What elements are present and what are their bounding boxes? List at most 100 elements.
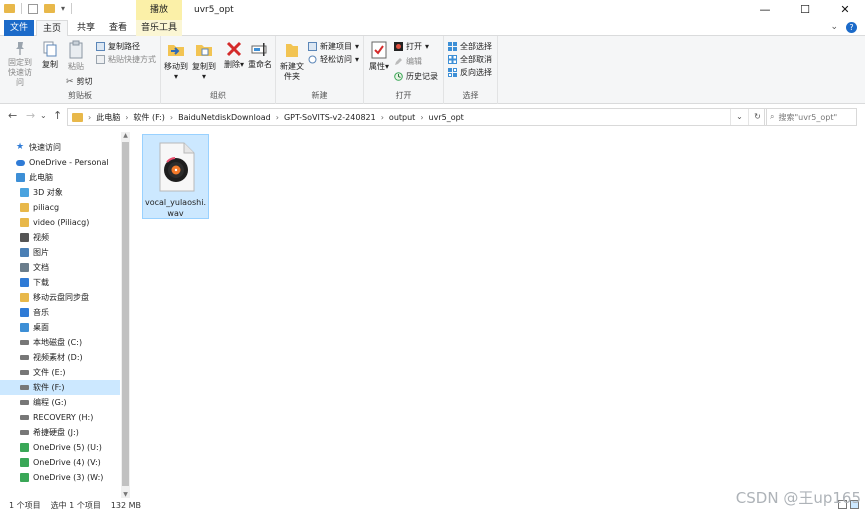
chevron-right-icon[interactable]: › — [381, 113, 384, 122]
paste-button[interactable]: 粘贴 — [64, 40, 88, 72]
cut-button[interactable]: ✂ 剪切 — [66, 76, 93, 87]
separator — [71, 3, 73, 14]
nav-item[interactable]: piliacg — [0, 200, 120, 215]
breadcrumb-item[interactable]: BaiduNetdiskDownload — [178, 113, 271, 122]
nav-item[interactable]: 编程 (G:) — [0, 395, 120, 410]
group-open: 属性▾ 打开 ▾ 编辑 历史记录 打开 — [364, 36, 444, 104]
chevron-down-icon[interactable]: ▾ — [61, 4, 65, 13]
copy-path-button[interactable]: 复制路径 — [96, 41, 140, 52]
chevron-right-icon[interactable]: › — [420, 113, 423, 122]
tab-view[interactable]: 查看 — [104, 20, 132, 36]
nav-item[interactable]: RECOVERY (H:) — [0, 410, 120, 425]
music-icon — [20, 308, 29, 317]
nav-item-label: 文档 — [33, 263, 49, 272]
drive-icon — [20, 385, 29, 390]
breadcrumb-item[interactable]: GPT-SoVITS-v2-240821 — [284, 113, 376, 122]
properties-quick-icon[interactable] — [28, 3, 38, 14]
group-label-select: 选择 — [462, 91, 479, 100]
back-arrow-icon[interactable]: ← — [8, 109, 17, 122]
open-button[interactable]: 打开 ▾ — [394, 41, 429, 52]
nav-item[interactable]: ★ 快速访问 — [0, 140, 120, 155]
minimize-button[interactable]: — — [745, 0, 785, 20]
copy-button[interactable]: 复制 — [38, 40, 62, 70]
search-input[interactable]: ⌕ 搜索"uvr5_opt" — [764, 108, 857, 126]
tab-music-tools[interactable]: 音乐工具 — [136, 20, 182, 36]
nav-item[interactable]: 下载 — [0, 275, 120, 290]
nav-item[interactable]: 桌面 — [0, 320, 120, 335]
copy-to-button[interactable]: 复制到▾ — [191, 40, 217, 82]
star-icon: ★ — [16, 142, 25, 152]
pin-quick-access-button[interactable]: 固定到快速访问 — [4, 40, 36, 88]
history-clock-icon — [394, 72, 403, 81]
paste-shortcut-icon — [96, 55, 105, 64]
chevron-right-icon[interactable]: › — [125, 113, 128, 122]
tab-file[interactable]: 文件 — [4, 20, 34, 36]
chevron-right-icon[interactable]: › — [170, 113, 173, 122]
properties-button[interactable]: 属性▾ — [368, 40, 390, 72]
context-tab-play[interactable]: 播放 — [136, 0, 182, 20]
nav-item[interactable]: 文档 — [0, 260, 120, 275]
nav-item[interactable]: 图片 — [0, 245, 120, 260]
maximize-button[interactable]: ☐ — [785, 0, 825, 20]
scroll-up-icon[interactable]: ▲ — [121, 132, 130, 139]
invert-selection-button[interactable]: 反向选择 — [448, 67, 492, 78]
nav-item[interactable]: video (Piliacg) — [0, 215, 120, 230]
chevron-down-icon[interactable]: ⌄ — [730, 109, 748, 125]
nav-item[interactable]: 音乐 — [0, 305, 120, 320]
nav-item[interactable]: 文件 (E:) — [0, 365, 120, 380]
nav-item[interactable]: 视频素材 (D:) — [0, 350, 120, 365]
address-bar[interactable]: › 此电脑 › 软件 (F:) › BaiduNetdiskDownload ›… — [67, 108, 767, 126]
nav-item[interactable]: 3D 对象 — [0, 185, 120, 200]
chevron-right-icon[interactable]: › — [88, 113, 91, 122]
nav-item[interactable]: OneDrive (4) (V:) — [0, 455, 120, 470]
help-icon[interactable]: ? — [846, 22, 857, 33]
easy-access-button[interactable]: 轻松访问 ▾ — [308, 54, 359, 65]
recent-chevron-icon[interactable]: ⌄ — [40, 111, 47, 120]
breadcrumb-item[interactable]: uvr5_opt — [429, 113, 464, 122]
close-button[interactable]: ✕ — [825, 0, 865, 20]
group-organize: 移动到▾ 复制到▾ 删除▾ 重命名 组织 — [161, 36, 276, 104]
breadcrumb-item[interactable]: 此电脑 — [96, 112, 120, 123]
new-folder-quick-icon[interactable] — [44, 4, 55, 13]
breadcrumb-item[interactable]: output — [389, 113, 415, 122]
group-label-open: 打开 — [395, 91, 412, 100]
nav-scrollbar[interactable]: ▲ ▼ — [121, 132, 130, 498]
paste-shortcut-button[interactable]: 粘贴快捷方式 — [96, 54, 156, 65]
invert-selection-icon — [448, 68, 457, 77]
history-button[interactable]: 历史记录 — [394, 71, 438, 82]
forward-arrow-icon[interactable]: → — [26, 109, 35, 122]
breadcrumb-item[interactable]: 软件 (F:) — [133, 112, 164, 123]
chevron-down-icon[interactable]: ⌄ — [830, 22, 838, 33]
tab-home[interactable]: 主页 — [36, 20, 68, 37]
delete-button[interactable]: 删除▾ — [223, 40, 245, 70]
nav-item[interactable]: 视频 — [0, 230, 120, 245]
tab-share[interactable]: 共享 — [72, 20, 100, 36]
move-folder-icon — [168, 45, 184, 56]
nav-item[interactable]: OneDrive (5) (U:) — [0, 440, 120, 455]
nav-item-label: 3D 对象 — [33, 188, 63, 197]
scroll-down-icon[interactable]: ▼ — [121, 491, 130, 498]
up-arrow-icon[interactable]: ↑ — [53, 109, 62, 122]
nav-item[interactable]: 软件 (F:) — [0, 380, 120, 395]
nav-item[interactable]: OneDrive (3) (W:) — [0, 470, 120, 485]
edit-button[interactable]: 编辑 — [394, 56, 422, 67]
nav-item-label: RECOVERY (H:) — [33, 413, 94, 422]
new-item-button[interactable]: 新建项目 ▾ — [308, 41, 359, 52]
file-item[interactable]: vocal_yulaoshi. wav — [142, 134, 209, 219]
chevron-right-icon[interactable]: › — [276, 113, 279, 122]
group-clipboard: 固定到快速访问 复制 粘贴 复制路径 粘贴快捷方式 ✂ 剪切 剪贴板 — [0, 36, 161, 104]
select-all-button[interactable]: 全部选择 — [448, 41, 492, 52]
nav-item[interactable]: 此电脑 — [0, 170, 120, 185]
desktop-icon — [20, 323, 29, 332]
move-to-button[interactable]: 移动到▾ — [163, 40, 189, 82]
nav-item[interactable]: 希捷硬盘 (J:) — [0, 425, 120, 440]
scrollbar-thumb[interactable] — [122, 142, 129, 486]
nav-item[interactable]: 本地磁盘 (C:) — [0, 335, 120, 350]
nav-item[interactable]: 移动云盘同步盘 — [0, 290, 120, 305]
new-folder-button[interactable]: 新建文件夹 — [278, 40, 306, 82]
nav-item[interactable]: OneDrive - Personal — [0, 155, 120, 170]
rename-icon — [251, 43, 267, 56]
nav-item-label: 视频 — [33, 233, 49, 242]
select-none-button[interactable]: 全部取消 — [448, 54, 492, 65]
rename-button[interactable]: 重命名 — [247, 40, 273, 70]
